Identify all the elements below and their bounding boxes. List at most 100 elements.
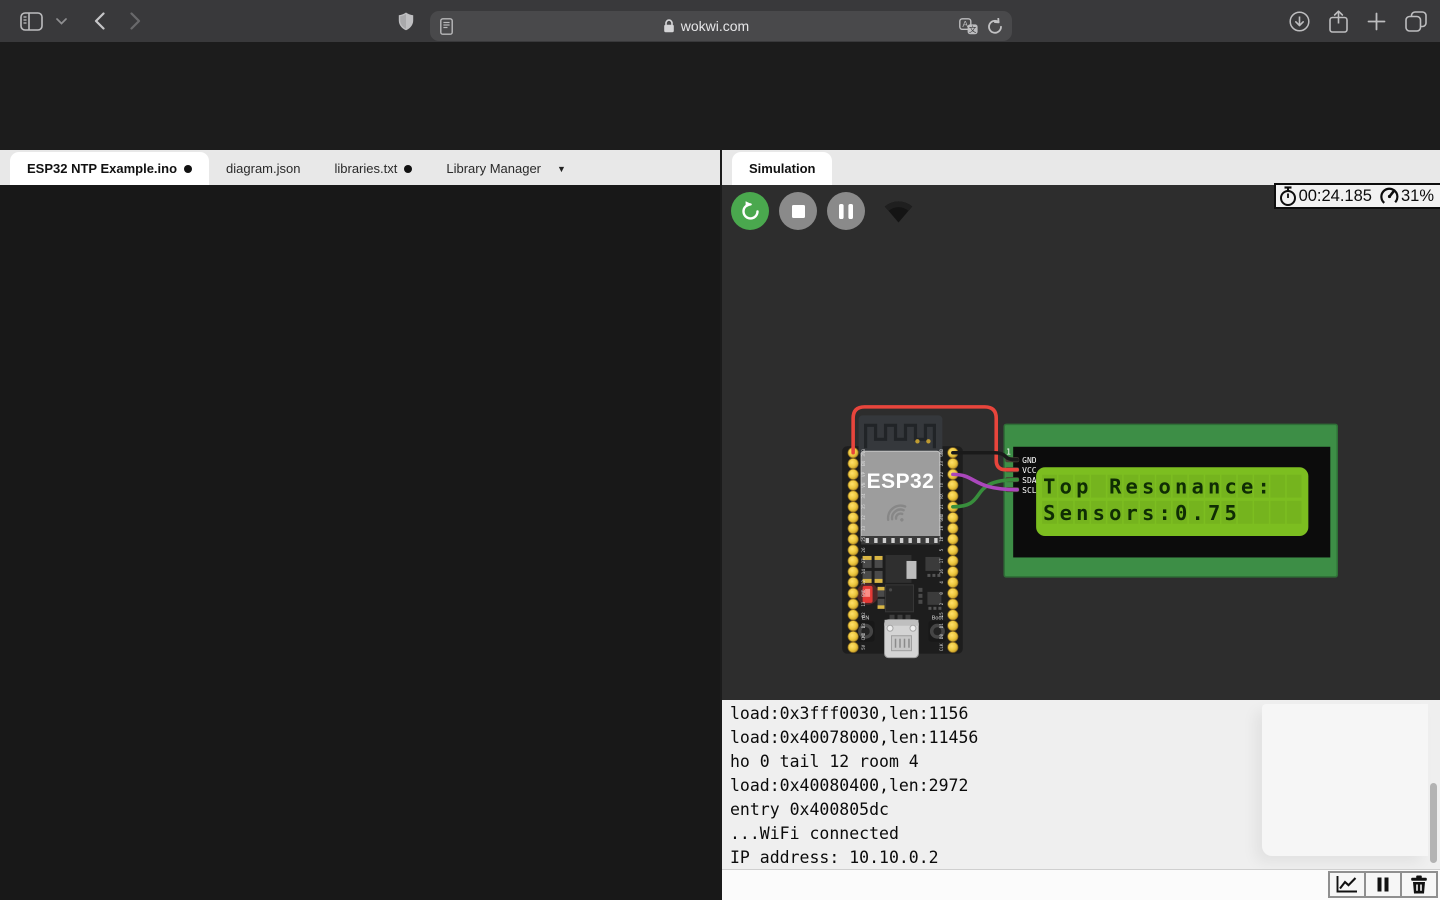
lcd1602-display[interactable]: 1 GND VCC SDA SCL Top Resonance: Sensors… — [1004, 424, 1337, 577]
cpu-gauge-icon — [1379, 186, 1400, 207]
esp32-pin[interactable] — [848, 588, 858, 598]
esp32-pin[interactable] — [848, 458, 858, 468]
esp32-pin[interactable] — [848, 599, 858, 609]
svg-text:A: A — [962, 19, 968, 29]
pause-button[interactable] — [827, 192, 865, 230]
esp32-pin-label: 27 — [861, 558, 867, 564]
sim-cpu: 31% — [1401, 187, 1434, 206]
lcd-pin1-label: 1 — [1006, 448, 1011, 457]
tab-file-1[interactable]: diagram.json — [209, 152, 317, 185]
lcd-cell — [1287, 475, 1302, 498]
esp32-pin[interactable] — [848, 502, 858, 512]
esp32-pin-label: 25 — [861, 536, 867, 542]
esp32-pin-label: 33 — [861, 525, 867, 531]
chevron-down-icon[interactable]: ▼ — [557, 164, 566, 174]
esp32-pin[interactable] — [848, 621, 858, 631]
lcd-line1: Top Resonance: — [1043, 475, 1274, 499]
tab-overview-icon[interactable] — [1405, 11, 1427, 32]
lock-icon — [663, 19, 675, 33]
esp32-pin[interactable] — [948, 631, 958, 641]
esp32-pin[interactable] — [948, 642, 958, 652]
esp32-pin[interactable] — [948, 512, 958, 522]
usb-connector — [885, 620, 919, 658]
serial-pause-button[interactable] — [1364, 871, 1402, 898]
esp32-pin[interactable] — [848, 534, 858, 544]
esp32-pin[interactable] — [848, 577, 858, 587]
tab-file-0[interactable]: ESP32 NTP Example.ino — [10, 152, 209, 185]
esp32-pin-label: RX — [939, 493, 945, 499]
esp32-pin-label: 12 — [861, 579, 867, 585]
serial-monitor[interactable]: load:0x3fff0030,len:1156 load:0x40078000… — [722, 700, 1440, 869]
esp32-pin[interactable] — [848, 523, 858, 533]
code-editor-area[interactable] — [0, 185, 720, 900]
esp32-pin-label: 17 — [939, 558, 945, 564]
esp32-pin[interactable] — [848, 566, 858, 576]
simulation-toolbar — [731, 192, 914, 230]
reload-icon[interactable] — [987, 18, 1003, 35]
translate-icon[interactable]: A文 — [959, 18, 978, 35]
serial-scrollbar[interactable] — [1430, 783, 1437, 863]
esp32-pin[interactable] — [948, 534, 958, 544]
esp32-pin[interactable] — [848, 631, 858, 641]
esp32-pin-label: 5V — [861, 644, 867, 650]
esp32-pin[interactable] — [948, 577, 958, 587]
esp32-pin[interactable] — [948, 545, 958, 555]
esp32-pin-label: 0 — [939, 592, 945, 595]
new-tab-icon[interactable] — [1367, 12, 1386, 31]
tab-library-manager[interactable]: Library Manager ▼ — [429, 152, 583, 185]
esp32-pin[interactable] — [848, 556, 858, 566]
esp32-pin-label: VN — [861, 482, 867, 488]
reader-icon[interactable] — [440, 18, 453, 35]
tab-simulation[interactable]: Simulation — [732, 152, 832, 185]
stop-icon — [792, 205, 805, 218]
tab-group-chevron-icon[interactable] — [56, 18, 67, 25]
lcd-cell — [1270, 501, 1285, 524]
share-icon[interactable] — [1329, 10, 1348, 33]
esp32-pin[interactable] — [948, 458, 958, 468]
esp32-pin[interactable] — [848, 512, 858, 522]
esp32-pin[interactable] — [848, 545, 858, 555]
modified-dot-icon — [184, 165, 192, 173]
shield-castellation — [866, 538, 938, 543]
esp32-pin[interactable] — [948, 566, 958, 576]
esp32-pin-label: 22 — [939, 471, 945, 477]
esp32-pin-label: 21 — [939, 504, 945, 510]
esp32-pin[interactable] — [948, 599, 958, 609]
esp32-pin[interactable] — [948, 480, 958, 490]
serial-bottom-bar — [722, 869, 1440, 900]
tab-label: Simulation — [749, 161, 815, 176]
serial-overlay-panel — [1262, 704, 1428, 856]
wifi-status-icon[interactable] — [883, 198, 914, 224]
tab-file-2[interactable]: libraries.txt — [317, 152, 429, 185]
simulation-canvas[interactable]: ESP32 — [722, 185, 1440, 700]
esp32-pin[interactable] — [848, 480, 858, 490]
serial-plot-button[interactable] — [1328, 871, 1366, 898]
esp32-pin[interactable] — [848, 610, 858, 620]
esp32-pin[interactable] — [848, 642, 858, 652]
esp32-pin[interactable] — [848, 491, 858, 501]
forward-icon[interactable] — [130, 12, 141, 30]
privacy-shield-icon[interactable] — [398, 12, 414, 31]
restart-button[interactable] — [731, 192, 769, 230]
esp32-devkit[interactable]: ESP32 — [842, 415, 963, 657]
pause-icon — [839, 204, 853, 219]
esp32-pin[interactable] — [948, 621, 958, 631]
download-icon[interactable] — [1289, 11, 1310, 32]
esp32-pin[interactable] — [948, 523, 958, 533]
esp32-pin[interactable] — [948, 491, 958, 501]
serial-clear-button[interactable] — [1400, 871, 1438, 898]
esp32-pin[interactable] — [948, 588, 958, 598]
esp32-pin-label: EN — [861, 461, 867, 467]
esp32-pin[interactable] — [848, 469, 858, 479]
stop-button[interactable] — [779, 192, 817, 230]
lcd-pin-label-scl: SCL — [1022, 486, 1037, 495]
esp32-pin[interactable] — [948, 610, 958, 620]
sidebar-icon[interactable] — [20, 12, 43, 31]
esp32-pin[interactable] — [948, 556, 958, 566]
lcd-line2: Sensors:0.75 — [1043, 501, 1241, 525]
back-icon[interactable] — [94, 12, 105, 30]
lcd-pin-label-sda: SDA — [1022, 476, 1037, 485]
wiring-diagram[interactable]: ESP32 — [722, 185, 1440, 699]
simulation-tabbar: Simulation — [722, 150, 1440, 185]
url-bar[interactable]: wokwi.com A文 — [430, 11, 1012, 41]
